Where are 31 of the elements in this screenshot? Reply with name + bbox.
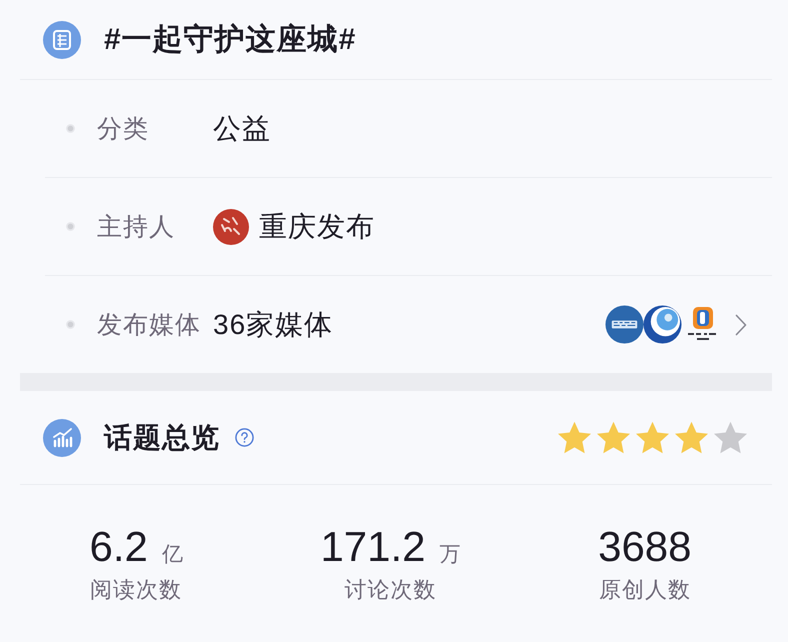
stat-value: 171.2	[320, 523, 426, 571]
help-icon[interactable]	[235, 428, 254, 447]
detail-label: 分类	[97, 114, 150, 145]
star-icon	[675, 421, 708, 454]
detail-label: 主持人	[97, 212, 176, 243]
stat-value: 3688	[598, 523, 692, 571]
star-icon	[558, 421, 591, 454]
bullet-dot-icon	[66, 222, 75, 231]
detail-value: 公益	[213, 112, 271, 146]
detail-label: 发布媒体	[97, 310, 202, 341]
stat-unit: 亿	[162, 542, 183, 568]
chevron-right-icon[interactable]	[735, 314, 747, 336]
stat-label: 讨论次数	[344, 576, 436, 604]
media-logo-icon	[643, 305, 682, 344]
star-icon	[636, 421, 669, 454]
star-icon	[597, 421, 630, 454]
stat-label: 阅读次数	[90, 576, 182, 604]
bar-chart-icon	[43, 418, 81, 456]
list-icon	[43, 20, 81, 58]
stat-label: 原创人数	[598, 576, 691, 604]
section-title: 话题总览	[104, 420, 220, 454]
media-logo-icon	[605, 305, 644, 344]
avatar-icon	[213, 208, 249, 244]
bullet-dot-icon	[66, 320, 75, 329]
topic-title: #一起守护这座城#	[104, 22, 356, 58]
star-icon	[714, 421, 747, 454]
stat-value: 6.2	[89, 523, 148, 571]
stat-unit: 万	[440, 542, 461, 568]
detail-value: 36家媒体	[213, 308, 334, 342]
detail-value: 重庆发布	[259, 210, 375, 244]
bullet-dot-icon	[66, 124, 75, 133]
